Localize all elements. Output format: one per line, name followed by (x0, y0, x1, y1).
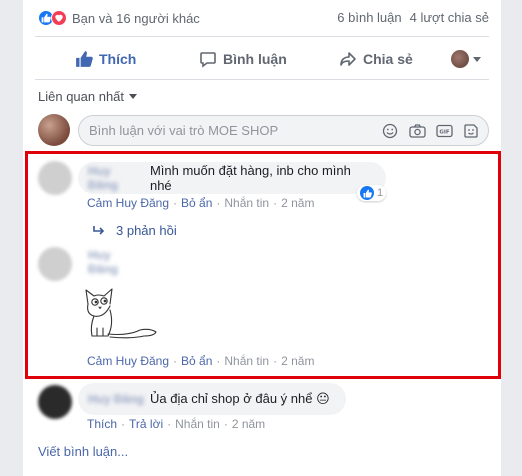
comment-bubble: Huy Đăng Ủa địa chỉ shop ở đâu ý nhể 😐 (78, 383, 346, 415)
share-button[interactable]: Chia sẻ (339, 50, 413, 68)
comment-input[interactable] (89, 123, 349, 138)
comment-bubble-icon (200, 52, 216, 68)
comment-time[interactable]: 2 năm (281, 354, 314, 368)
comment-text: Mình muốn đặt hàng, inb cho mình nhé (149, 163, 351, 193)
like-count: 1 (377, 187, 384, 199)
comment-button[interactable]: Bình luận (199, 50, 287, 68)
gif-icon[interactable]: GIF (435, 122, 453, 140)
action-bar: Thích Bình luận Chia sẻ (35, 43, 489, 75)
avatar[interactable] (38, 385, 72, 419)
comment-meta: Cảm Huy Đăng · Bỏ ẩn · Nhắn tin · 2 năm (87, 196, 315, 210)
like-comment-link[interactable]: Cảm Huy Đăng (87, 354, 169, 368)
comment-bubble: Huy Đăng Mình muốn đặt hàng, inb cho mìn… (78, 162, 386, 194)
like-button-label: Thích (99, 51, 137, 67)
like-button[interactable]: Thích (75, 50, 136, 68)
reply-comment-link[interactable]: Trả lời (129, 417, 163, 431)
thumbs-up-icon (76, 51, 93, 67)
cat-sticker[interactable] (78, 284, 160, 340)
comment-text: Ủa địa chỉ shop ở đâu ý nhể 😐 (150, 391, 330, 406)
share-arrow-icon (340, 52, 356, 66)
post-as-selector[interactable] (451, 50, 481, 68)
highlight-box: Huy Đăng Mình muốn đặt hàng, inb cho mìn… (25, 151, 501, 379)
camera-icon[interactable] (408, 122, 426, 140)
comment-button-label: Bình luận (223, 51, 287, 67)
comment-like-badge[interactable]: 1 (357, 185, 387, 201)
page-avatar (38, 114, 70, 146)
chevron-down-icon (129, 94, 138, 99)
like-comment-link[interactable]: Cảm Huy Đăng (87, 196, 169, 210)
share-button-label: Chia sẻ (363, 51, 413, 67)
divider (35, 36, 489, 37)
reply-arrow-icon (93, 225, 105, 235)
comment-count[interactable]: 6 bình luận (337, 10, 401, 25)
comment-meta: Thích · Trả lời · Nhắn tin · 2 năm (87, 417, 266, 431)
comment-meta: Cảm Huy Đăng · Bỏ ẩn · Nhắn tin · 2 năm (87, 354, 315, 368)
hide-comment-link[interactable]: Bỏ ẩn (181, 196, 212, 210)
composer-tools: GIF (381, 122, 480, 140)
avatar[interactable] (38, 161, 72, 195)
comment-time[interactable]: 2 năm (232, 417, 265, 431)
comment-composer: GIF (78, 115, 489, 146)
comment-sort-dropdown[interactable]: Liên quan nhất (38, 89, 138, 104)
like-icon (360, 186, 374, 200)
love-icon (51, 10, 67, 26)
comment-bubble: Huy Đăng (78, 248, 158, 276)
chevron-down-icon (473, 56, 481, 62)
reaction-summary[interactable]: Bạn và 16 người khác (38, 9, 200, 27)
hide-comment-link[interactable]: Bỏ ẩn (181, 354, 212, 368)
like-comment-link[interactable]: Thích (87, 417, 117, 431)
message-link[interactable]: Nhắn tin (175, 417, 220, 431)
divider (35, 79, 489, 80)
comment-time[interactable]: 2 năm (281, 196, 314, 210)
replies-count: 3 phản hồi (116, 223, 177, 238)
reaction-summary-text: Bạn và 16 người khác (72, 10, 200, 26)
sort-label: Liên quan nhất (38, 89, 125, 104)
write-comment-link[interactable]: Viết bình luận... (38, 444, 128, 459)
comment-author[interactable]: Huy Đăng (88, 164, 144, 192)
view-replies-link[interactable]: 3 phản hồi (92, 223, 177, 238)
page-avatar (451, 50, 469, 68)
sticker-icon[interactable] (462, 122, 480, 140)
svg-text:GIF: GIF (439, 130, 450, 136)
message-link[interactable]: Nhắn tin (224, 354, 269, 368)
engagement-counts: 6 bình luận 4 lượt chia sẻ (337, 10, 489, 25)
comment-author[interactable]: Huy Đăng (88, 392, 144, 406)
avatar[interactable] (38, 247, 72, 281)
emoji-icon[interactable] (381, 122, 399, 140)
share-count[interactable]: 4 lượt chia sẻ (410, 10, 489, 25)
comment-author[interactable]: Huy Đăng (88, 248, 142, 276)
message-link[interactable]: Nhắn tin (224, 196, 269, 210)
